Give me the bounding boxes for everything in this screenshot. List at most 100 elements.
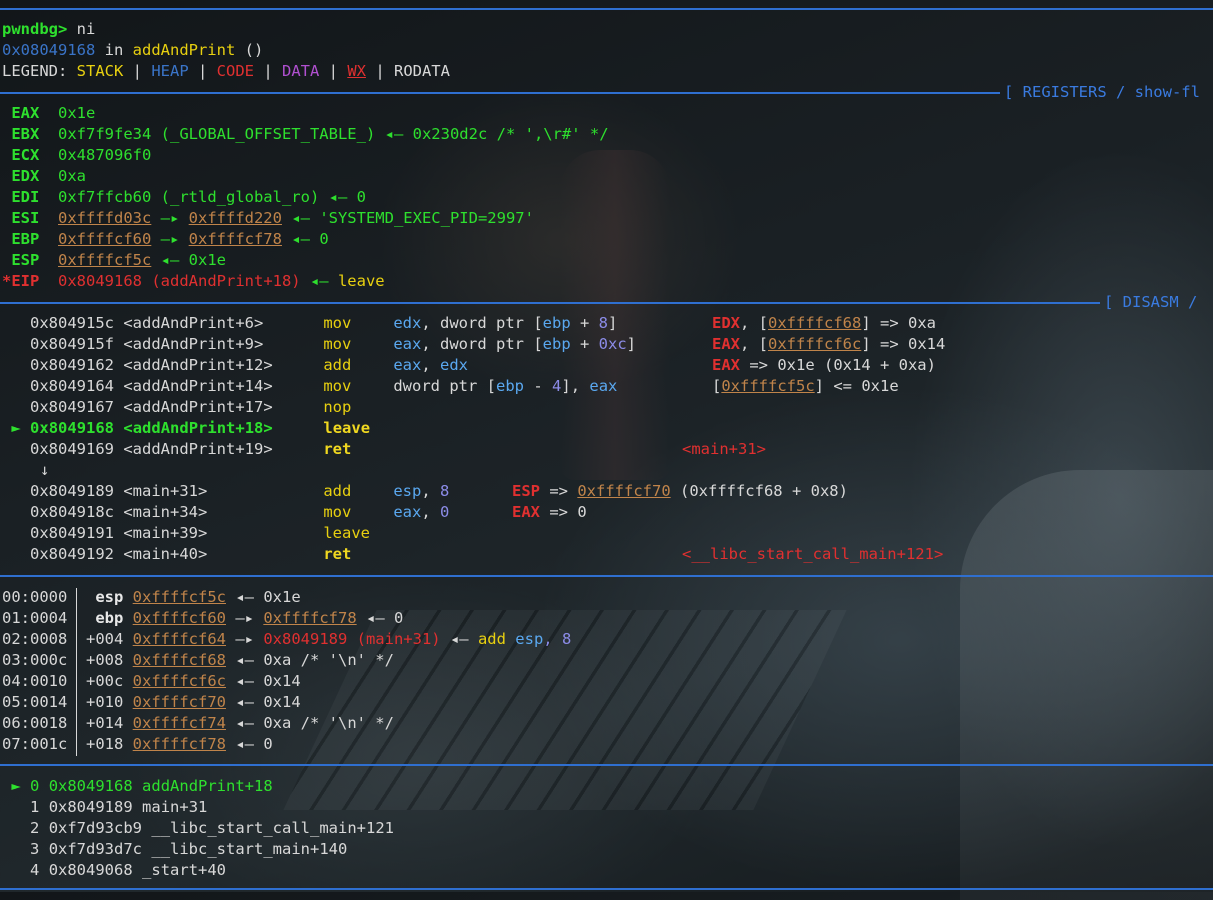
stack-addr[interactable]: 0xffffcf60	[133, 609, 226, 627]
reg-name: ESI	[2, 209, 40, 227]
stack-addr[interactable]: 0xffffcf70	[133, 693, 226, 711]
disasm-addr: 0x804918c	[30, 503, 114, 521]
disasm-arg: eax	[393, 503, 422, 521]
stack-index: 00:0000	[2, 588, 68, 606]
frame-number: 2	[30, 819, 40, 837]
disasm-op: ret	[323, 440, 352, 458]
disasm-op: mov	[323, 314, 352, 332]
disasm-comment-addr[interactable]: 0xffffcf70	[577, 482, 670, 500]
disasm-reg: edx	[440, 356, 469, 374]
location-func: addAndPrint	[132, 41, 236, 59]
stack-arrow: ◂—	[226, 693, 264, 711]
disasm-comment: ] <= 0x1e	[814, 377, 899, 395]
stack-num: , 8	[543, 630, 572, 648]
current-frame-marker-icon: ►	[2, 777, 30, 795]
reg-value: 0x8049168	[58, 272, 142, 290]
frame-addr: 0x8049189	[48, 798, 133, 816]
disasm-symbol: <main+31>	[123, 482, 208, 500]
disasm-comment-addr[interactable]: 0xffffcf5c	[721, 377, 814, 395]
stack-addr[interactable]: 0xffffcf5c	[133, 588, 226, 606]
frame-addr: 0x8049068	[48, 861, 133, 879]
disasm-comment-addr[interactable]: 0xffffcf6c	[768, 335, 861, 353]
disasm-num: 0xc	[598, 335, 627, 353]
location-addr: 0x08049168	[2, 41, 96, 59]
disasm-comment-addr[interactable]: 0xffffcf68	[768, 314, 861, 332]
reg-arrow: ◂—	[300, 272, 338, 290]
frame-number: 3	[30, 840, 40, 858]
stack-arrow: ◂—	[226, 714, 264, 732]
disasm-symbol: <addAndPrint+17>	[123, 398, 273, 416]
reg-name: *EIP	[2, 272, 40, 290]
disasm-symbol: <addAndPrint+6>	[123, 314, 264, 332]
stack-index: 06:0018	[2, 714, 68, 732]
backtrace-row-current: ► 0 0x8049168 addAndPrint+18	[2, 776, 272, 797]
legend-rodata: RODATA	[393, 62, 450, 80]
disasm-num: 8	[598, 314, 609, 332]
disasm-bracket: ]	[561, 377, 571, 395]
reg-value: 0x1e	[58, 104, 96, 122]
disasm-row-current: ► 0x8049168 <addAndPrint+18> leave	[2, 418, 370, 439]
stack-value: 0xa /* '\n' */	[263, 651, 394, 669]
stack-offset: +00c	[86, 672, 124, 690]
reg-deref: 0x230d2c /* ',\r#' */	[412, 125, 609, 143]
stack-addr[interactable]: 0xffffcf74	[133, 714, 226, 732]
backtrace-rule	[0, 764, 1213, 766]
stack-offset: +018	[86, 735, 124, 753]
reg-esp: ESP 0xffffcf5c ◂— 0x1e	[2, 250, 226, 271]
disasm-rule	[0, 302, 1100, 304]
reg-value2[interactable]: 0xffffd220	[189, 209, 282, 227]
reg-edi: EDI 0xf7ffcb60 (_rtld_global_ro) ◂— 0	[2, 187, 366, 208]
frame-addr: 0xf7d93d7c	[48, 840, 143, 858]
legend-sep: |	[365, 62, 394, 80]
stack-addr[interactable]: 0xffffcf6c	[133, 672, 226, 690]
reg-value[interactable]: 0xffffd03c	[58, 209, 151, 227]
stack-addr2[interactable]: 0xffffcf78	[263, 609, 356, 627]
frame-marker	[2, 819, 30, 837]
disasm-addr: 0x8049191	[30, 524, 114, 542]
stack-offset: +014	[86, 714, 124, 732]
reg-name: EDI	[2, 188, 40, 206]
disasm-comma: ,	[421, 335, 441, 353]
reg-value[interactable]: 0xffffcf60	[58, 230, 151, 248]
disasm-ret-target: <__libc_start_call_main+121>	[682, 545, 944, 563]
stack-index: 07:001c	[2, 735, 68, 753]
disasm-op-sign: +	[570, 335, 599, 353]
stack-addr[interactable]: 0xffffcf64	[133, 630, 226, 648]
disasm-op: mov	[323, 335, 352, 353]
disasm-comma: ,	[421, 356, 441, 374]
reg-value2[interactable]: 0xffffcf78	[189, 230, 282, 248]
stack-arrow: ◂—	[356, 609, 394, 627]
disasm-row: 0x8049191 <main+39> leave	[2, 523, 370, 544]
disasm-symbol: <addAndPrint+14>	[123, 377, 273, 395]
stack-index: 05:0014	[2, 693, 68, 711]
disasm-arg: edx	[393, 314, 422, 332]
reg-deref: 'SYSTEMD_EXEC_PID=2997'	[319, 209, 534, 227]
stack-value: 0xa /* '\n' */	[263, 714, 394, 732]
reg-edx: EDX 0xa	[2, 166, 86, 187]
stack-addr[interactable]: 0xffffcf68	[133, 651, 226, 669]
frame-marker	[2, 840, 30, 858]
reg-arrow: ◂—	[281, 230, 320, 248]
reg-value[interactable]: 0xffffcf5c	[58, 251, 151, 269]
reg-arrow: —▸	[151, 230, 189, 248]
reg-name: EBX	[2, 125, 40, 143]
disasm-addr: 0x8049189	[30, 482, 114, 500]
disasm-op: leave	[323, 419, 371, 437]
reg-esi: ESI 0xffffd03c —▸ 0xffffd220 ◂— 'SYSTEMD…	[2, 208, 534, 229]
stack-code-ptr: 0x8049189 (main+31)	[263, 630, 441, 648]
legend-line: LEGEND: STACK | HEAP | CODE | DATA | WX …	[2, 61, 450, 82]
legend-sep: |	[319, 62, 348, 80]
reg-symbol: (_rtld_global_ro)	[151, 188, 320, 206]
prompt-line: pwndbg> ni	[2, 19, 95, 40]
top-rule	[0, 8, 1213, 10]
disasm-arg: dword ptr [	[393, 377, 496, 395]
reg-name: ECX	[2, 146, 40, 164]
stack-addr[interactable]: 0xffffcf78	[133, 735, 226, 753]
terminal[interactable]: pwndbg> ni 0x08049168 in addAndPrint () …	[0, 0, 1213, 892]
stack-row: 01:0004 ebp 0xffffcf60 —▸ 0xffffcf78 ◂— …	[2, 608, 403, 629]
disasm-row: 0x804915f <addAndPrint+9> mov eax, dword p…	[2, 334, 945, 355]
down-arrow-icon: ↓	[40, 461, 50, 479]
legend-sep: |	[123, 62, 152, 80]
backtrace-row: 4 0x8049068 _start+40	[2, 860, 226, 881]
disasm-symbol: <addAndPrint+19>	[123, 440, 273, 458]
